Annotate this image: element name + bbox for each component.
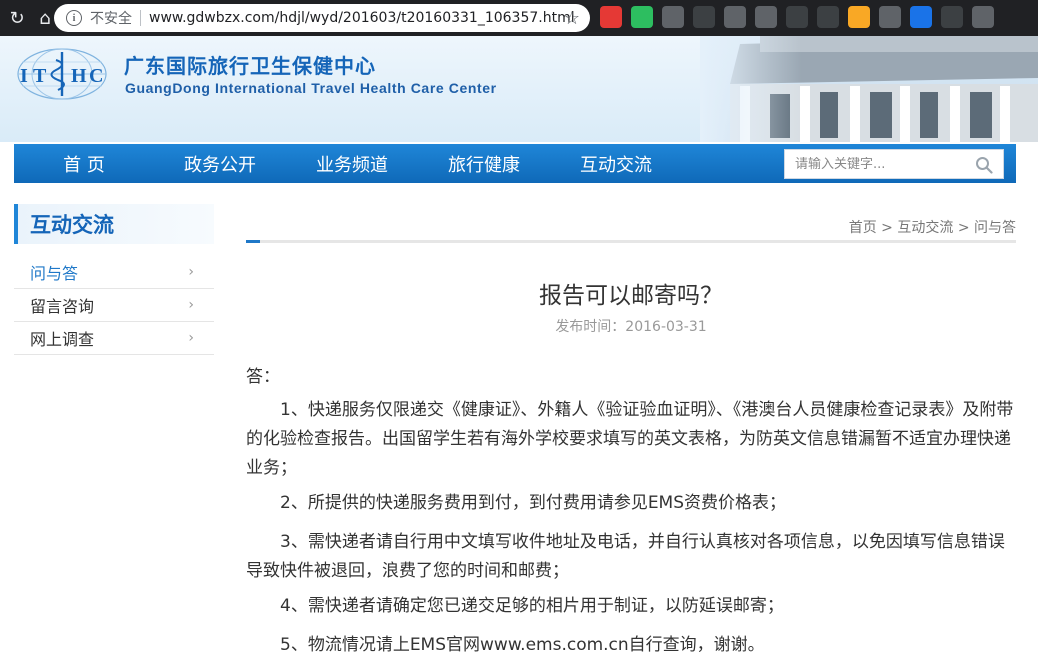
nav-home[interactable]: 首 页 xyxy=(14,151,154,177)
grid-extension-icon[interactable] xyxy=(724,6,746,28)
security-label: 不安全 xyxy=(90,11,132,27)
shield-extension-icon[interactable] xyxy=(879,6,901,28)
search-box xyxy=(784,149,1004,179)
sidebar-item-qa[interactable]: 问与答 › xyxy=(14,256,214,289)
pdf-extension-icon[interactable] xyxy=(600,6,622,28)
svg-text:C: C xyxy=(89,65,103,87)
site-title[interactable]: 广东国际旅行卫生保健中心 xyxy=(124,50,376,79)
extension-bar xyxy=(600,6,994,30)
article-paragraph: 1、快递服务仅限递交《健康证》、外籍人《验证验血证明》、《港澳台人员健康检查记录… xyxy=(246,400,1014,478)
url-text[interactable]: www.gdwbzx.com/hdjl/wyd/201603/t20160331… xyxy=(149,10,575,26)
chevron-right-icon: › xyxy=(188,264,194,280)
breadcrumb: 首页 > 互动交流 > 问与答 xyxy=(849,217,1016,237)
sidebar-title: 互动交流 xyxy=(14,204,214,244)
search-input[interactable] xyxy=(785,156,965,172)
svg-text:H: H xyxy=(71,65,87,87)
publish-date: 发布时间：2016-03-31 xyxy=(555,319,707,335)
main-nav: 首 页 政务公开 业务频道 旅行健康 互动交流 xyxy=(14,144,1016,183)
sidebar-item-message[interactable]: 留言咨询 › xyxy=(14,289,214,322)
site-subtitle: GuangDong International Travel Health Ca… xyxy=(125,80,497,96)
chevron-right-icon: › xyxy=(188,330,194,346)
building-photo xyxy=(700,36,1038,142)
content-divider xyxy=(246,240,1016,243)
divider-accent xyxy=(246,240,260,243)
sidebar: 互动交流 问与答 › 留言咨询 › 网上调查 › xyxy=(14,204,214,355)
article-paragraph: 3、需快递者请自行用中文填写收件地址及电话，并自行认真核对各项信息，以免因填写信… xyxy=(246,532,1005,581)
image-extension-icon[interactable] xyxy=(662,6,684,28)
sidebar-item-survey[interactable]: 网上调查 › xyxy=(14,322,214,355)
nav-government[interactable]: 政务公开 xyxy=(154,151,286,177)
pen-extension-icon[interactable] xyxy=(848,6,870,28)
sidebar-item-label: 留言咨询 xyxy=(30,297,95,316)
omnibox-separator xyxy=(140,10,141,26)
sidebar-item-label: 问与答 xyxy=(30,264,79,283)
nav-business[interactable]: 业务频道 xyxy=(286,151,418,177)
nav-travel-health[interactable]: 旅行健康 xyxy=(418,151,550,177)
sidebar-list: 问与答 › 留言咨询 › 网上调查 › xyxy=(14,256,214,355)
nav-interaction[interactable]: 互动交流 xyxy=(550,151,682,177)
chat-extension-icon[interactable] xyxy=(972,6,994,28)
chevron-right-icon: › xyxy=(188,297,194,313)
address-bar[interactable]: i 不安全 www.gdwbzx.com/hdjl/wyd/201603/t20… xyxy=(54,4,590,32)
breadcrumb-current[interactable]: 问与答 xyxy=(974,220,1016,236)
trash-extension-icon[interactable] xyxy=(941,6,963,28)
svg-text:T: T xyxy=(33,65,47,87)
site-logo[interactable]: I T H C xyxy=(14,46,110,102)
breadcrumb-separator: > xyxy=(881,220,898,236)
circle-extension-icon[interactable] xyxy=(786,6,808,28)
browser-toolbar: ↻ ⌂ i 不安全 www.gdwbzx.com/hdjl/wyd/201603… xyxy=(0,0,1038,36)
reload-icon[interactable]: ↻ xyxy=(6,7,28,29)
timer-extension-icon[interactable] xyxy=(817,6,839,28)
breadcrumb-home[interactable]: 首页 xyxy=(849,220,877,236)
sidebar-item-label: 网上调查 xyxy=(30,330,95,349)
edit-extension-icon[interactable] xyxy=(910,6,932,28)
article-paragraph: 5、物流情况请上EMS官网www.ems.com.cn自行查询，谢谢。 xyxy=(280,635,765,655)
article-paragraph: 2、所提供的快递服务费用到付，到付费用请参见EMS资费价格表； xyxy=(280,493,787,513)
svg-text:I: I xyxy=(20,65,28,87)
eye-extension-icon[interactable] xyxy=(693,6,715,28)
info-icon[interactable]: i xyxy=(66,10,82,26)
bookmark-star-icon[interactable]: ☆ xyxy=(564,8,580,29)
site-header: I T H C 广东国际旅行卫生保健中心 GuangDong Internati… xyxy=(0,36,1038,142)
article-title: 报告可以邮寄吗？ xyxy=(539,283,723,309)
evernote-extension-icon[interactable] xyxy=(631,6,653,28)
breadcrumb-separator: > xyxy=(957,220,974,236)
search-icon[interactable] xyxy=(975,156,993,174)
home-icon[interactable]: ⌂ xyxy=(34,7,56,29)
answer-prefix: 答： xyxy=(246,367,280,387)
article-paragraph: 4、需快递者请确定您已递交足够的相片用于制证，以防延误邮寄； xyxy=(280,596,784,616)
rss-extension-icon[interactable] xyxy=(755,6,777,28)
breadcrumb-section[interactable]: 互动交流 xyxy=(897,220,953,236)
